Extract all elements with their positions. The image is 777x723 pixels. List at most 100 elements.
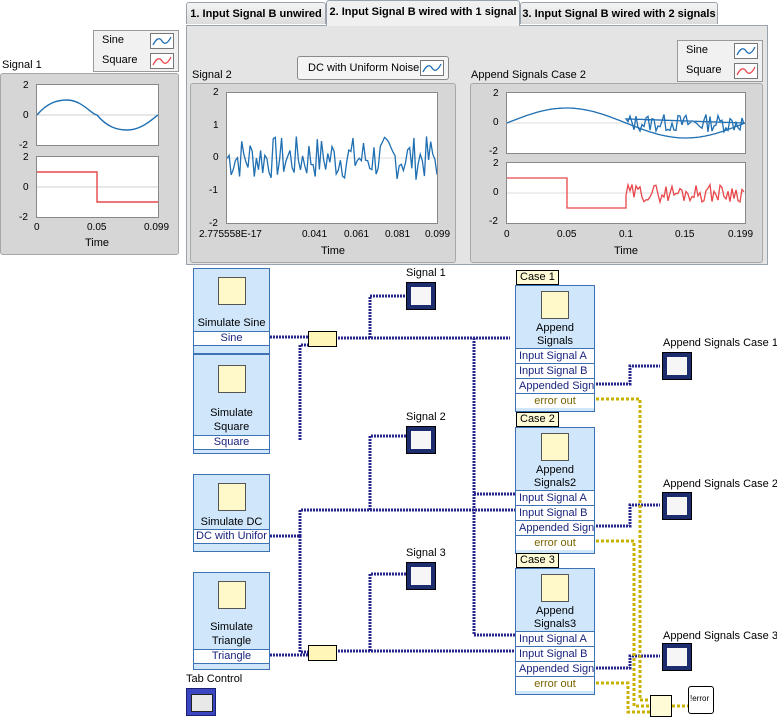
append-signals-case3[interactable]: Append Signals3 Input Signal A Input Sig… <box>515 568 595 695</box>
error-out-terminal[interactable]: error out <box>516 535 594 550</box>
tick: 2 <box>213 87 219 98</box>
simulate-sine-vi[interactable]: Simulate Sine Sine <box>193 268 270 354</box>
append-title-1: Append <box>536 464 574 476</box>
append-title-1: Append <box>536 605 574 617</box>
square-swatch-icon[interactable] <box>150 53 174 69</box>
case1-indicator-icon[interactable] <box>662 352 692 380</box>
sine-swatch-icon[interactable] <box>150 33 174 49</box>
case2-indicator-icon[interactable] <box>662 492 692 520</box>
signal2-graph[interactable]: 2 1 0 -1 -2 2.775558E-17 0.041 0.061 0.0… <box>190 83 456 263</box>
simulate-square-title-2: Square <box>213 421 250 433</box>
signal3-indicator-icon[interactable] <box>406 562 436 590</box>
append-signals-case1[interactable]: Append Signals Input Signal A Input Sign… <box>515 285 595 412</box>
append-signals-icon <box>541 433 569 461</box>
case2-indicator-label: Append Signals Case 2 <box>663 478 777 490</box>
simulate-signal-icon <box>217 581 246 609</box>
merge-signals-node-2[interactable] <box>308 645 337 661</box>
signal1-graph[interactable]: 2 0 -2 2 0 -2 0 0.05 0.099 Time <box>0 73 179 255</box>
legend-square-label: Square <box>686 64 722 76</box>
x-tick: 0.1 <box>619 229 633 240</box>
tick: -2 <box>209 218 218 229</box>
appended-signal-terminal[interactable]: Appended Sign <box>516 661 594 676</box>
tick: 2 <box>493 88 499 99</box>
square-output-terminal[interactable]: Square <box>194 435 269 450</box>
signal2-indicator-label: Signal 2 <box>406 411 446 423</box>
tick: 1 <box>213 120 219 131</box>
case1-indicator-label: Append Signals Case 1 <box>663 337 777 349</box>
simulate-sine-title: Simulate Sine <box>197 317 266 329</box>
signal1-graph-label: Signal 1 <box>2 59 42 71</box>
x-tick: 0.099 <box>425 229 451 240</box>
x-tick: 0 <box>34 222 40 233</box>
triangle-output-terminal[interactable]: Triangle <box>194 649 269 664</box>
signal2-plot <box>226 92 438 224</box>
tick: -2 <box>19 140 28 151</box>
simulate-square-vi[interactable]: Simulate Square Square <box>193 354 270 454</box>
appended-signal-terminal[interactable]: Appended Sign <box>516 520 594 535</box>
input-signal-a-terminal[interactable]: Input Signal A <box>516 490 594 505</box>
tab-input-b-unwired[interactable]: 1. Input Signal B unwired <box>186 2 326 24</box>
signal2-indicator-icon[interactable] <box>406 426 436 454</box>
square-swatch-icon[interactable] <box>734 63 758 79</box>
error-handler-icon[interactable]: !error <box>688 686 714 714</box>
append-graph-label: Append Signals Case 2 <box>471 69 586 81</box>
case2-label: Case 2 <box>516 412 559 427</box>
simulate-signal-icon <box>217 277 246 305</box>
input-signal-b-terminal[interactable]: Input Signal B <box>516 363 594 378</box>
tab-input-b-wired-2-signals[interactable]: 3. Input Signal B wired with 2 signals <box>520 2 718 24</box>
merge-errors-node[interactable] <box>650 695 672 717</box>
x-tick: 0.099 <box>144 222 170 233</box>
noise-swatch-icon <box>420 60 444 76</box>
signal1-xlabel: Time <box>85 237 110 249</box>
dc-output-terminal[interactable]: DC with Unifor <box>194 529 269 544</box>
merge-signals-node-1[interactable] <box>308 331 337 347</box>
append-signals-case2[interactable]: Append Signals2 Input Signal A Input Sig… <box>515 427 595 554</box>
simulate-signal-icon <box>217 483 246 511</box>
simulate-triangle-vi[interactable]: Simulate Triangle Triangle <box>193 572 270 670</box>
case1-label: Case 1 <box>516 270 559 285</box>
appended-signal-terminal[interactable]: Appended Sign <box>516 378 594 393</box>
x-tick: 0.081 <box>385 229 411 240</box>
tick: 0 <box>23 182 29 193</box>
x-tick: 0.05 <box>87 222 107 233</box>
error-out-terminal[interactable]: error out <box>516 676 594 691</box>
append-title-1: Append <box>536 322 574 334</box>
case3-label: Case 3 <box>516 553 559 568</box>
x-tick: 0.05 <box>557 229 577 240</box>
error-out-terminal[interactable]: error out <box>516 393 594 408</box>
legend-sine-label: Sine <box>102 34 125 46</box>
sine-output-terminal[interactable]: Sine <box>194 331 269 346</box>
sine-swatch-icon[interactable] <box>734 43 758 59</box>
signal2-legend-button[interactable]: DC with Uniform Noise <box>297 56 449 80</box>
append-legend[interactable]: Sine Square <box>677 40 763 82</box>
append-title-2: Signals2 <box>533 477 577 489</box>
input-signal-a-terminal[interactable]: Input Signal A <box>516 348 594 363</box>
append-sine-plot <box>506 92 746 154</box>
case3-indicator-icon[interactable] <box>662 643 692 671</box>
x-tick: 2.775558E-17 <box>199 229 262 240</box>
append-graph[interactable]: 2 0 -2 2 0 -2 0 0.05 0.1 0.15 0.199 Time <box>470 83 763 263</box>
input-signal-b-terminal[interactable]: Input Signal B <box>516 505 594 520</box>
signal1-square-plot <box>36 156 159 218</box>
case3-indicator-label: Append Signals Case 3 <box>663 630 777 642</box>
signal1-indicator-icon[interactable] <box>406 282 436 310</box>
input-signal-a-terminal[interactable]: Input Signal A <box>516 631 594 646</box>
tick: 2 <box>493 158 499 169</box>
tab-control-terminal[interactable] <box>186 688 216 716</box>
simulate-triangle-title-2: Triangle <box>211 635 252 647</box>
tick: -1 <box>209 185 218 196</box>
signal1-legend[interactable]: Sine Square <box>93 30 179 72</box>
signal2-xlabel: Time <box>321 245 346 257</box>
input-signal-b-terminal[interactable]: Input Signal B <box>516 646 594 661</box>
x-tick: 0 <box>504 229 510 240</box>
x-tick: 0.041 <box>302 229 328 240</box>
error-icon-text: !error <box>690 694 710 703</box>
simulate-dc-vi[interactable]: Simulate DC DC with Unifor <box>193 474 270 552</box>
tick: 2 <box>23 152 29 163</box>
signal3-indicator-label: Signal 3 <box>406 547 446 559</box>
append-signals-icon <box>541 574 569 602</box>
tab-input-b-wired-1-signal[interactable]: 2. Input Signal B wired with 1 signal <box>326 0 520 26</box>
x-tick: 0.15 <box>675 229 695 240</box>
x-tick: 0.061 <box>344 229 370 240</box>
append-signals-icon <box>541 291 569 319</box>
